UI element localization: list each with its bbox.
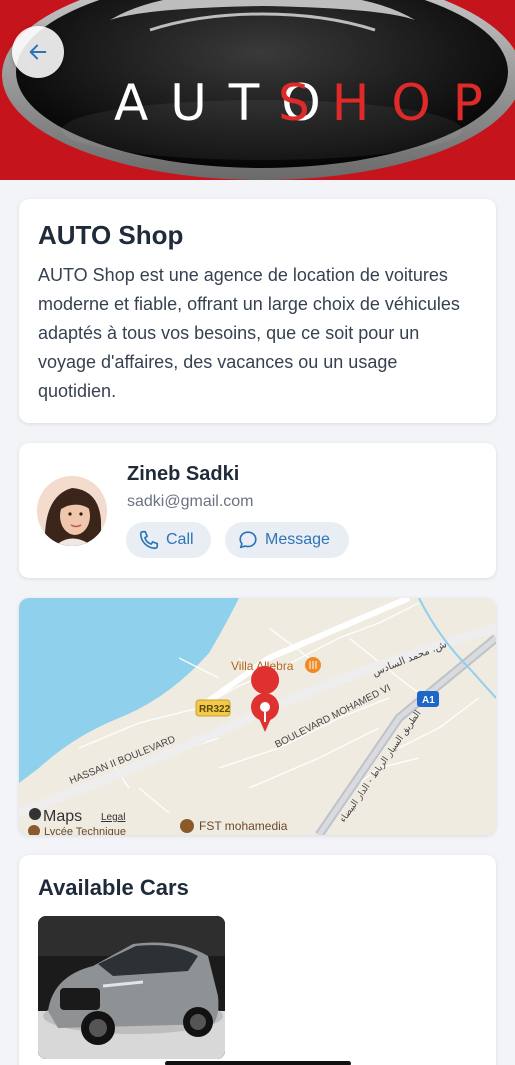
label-lycee: Lycée Technique (44, 826, 126, 835)
shop-description: AUTO Shop est une agence de location de … (38, 265, 460, 401)
road-a1: A1 (422, 695, 435, 706)
owner-card: Zineb Sadki sadki@gmail.com Call Message (19, 443, 496, 578)
location-map[interactable]: Villa Allebra RR322 A1 HASSAN II BOULEVA… (19, 598, 496, 835)
maps-brand: Maps (43, 808, 82, 825)
shop-title: AUTO Shop (38, 220, 184, 250)
education-icon (180, 819, 194, 833)
back-button[interactable] (12, 26, 64, 78)
available-cars-card: Available Cars (19, 855, 496, 1065)
home-indicator (165, 1061, 351, 1065)
logo-text-shop: SHOP (278, 74, 505, 132)
shop-info-card: AUTO Shop AUTO Shop est une agence de lo… (19, 199, 496, 423)
owner-email: sadki@gmail.com (127, 493, 254, 510)
road-rr322: RR322 (199, 704, 231, 715)
arrow-left-icon (29, 44, 47, 60)
header-banner: AUTO SHOP (0, 0, 515, 180)
chat-bubble-icon (239, 531, 257, 549)
car-card[interactable] (38, 916, 225, 1059)
map-canvas[interactable]: Villa Allebra RR322 A1 HASSAN II BOULEVA… (19, 598, 496, 835)
apple-logo-icon (29, 808, 41, 820)
call-label: Call (166, 531, 194, 548)
label-fst: FST mohamedia (199, 819, 288, 833)
autoshop-logo: AUTO SHOP (2, 0, 515, 180)
message-button[interactable]: Message (225, 522, 349, 558)
car-image (38, 916, 225, 1059)
available-cars-title: Available Cars (38, 875, 189, 900)
message-label: Message (265, 531, 330, 548)
phone-icon (139, 530, 159, 550)
owner-name: Zineb Sadki (127, 463, 240, 485)
legal-link: Legal (101, 812, 125, 823)
call-button[interactable]: Call (126, 522, 211, 558)
avatar (37, 476, 107, 546)
